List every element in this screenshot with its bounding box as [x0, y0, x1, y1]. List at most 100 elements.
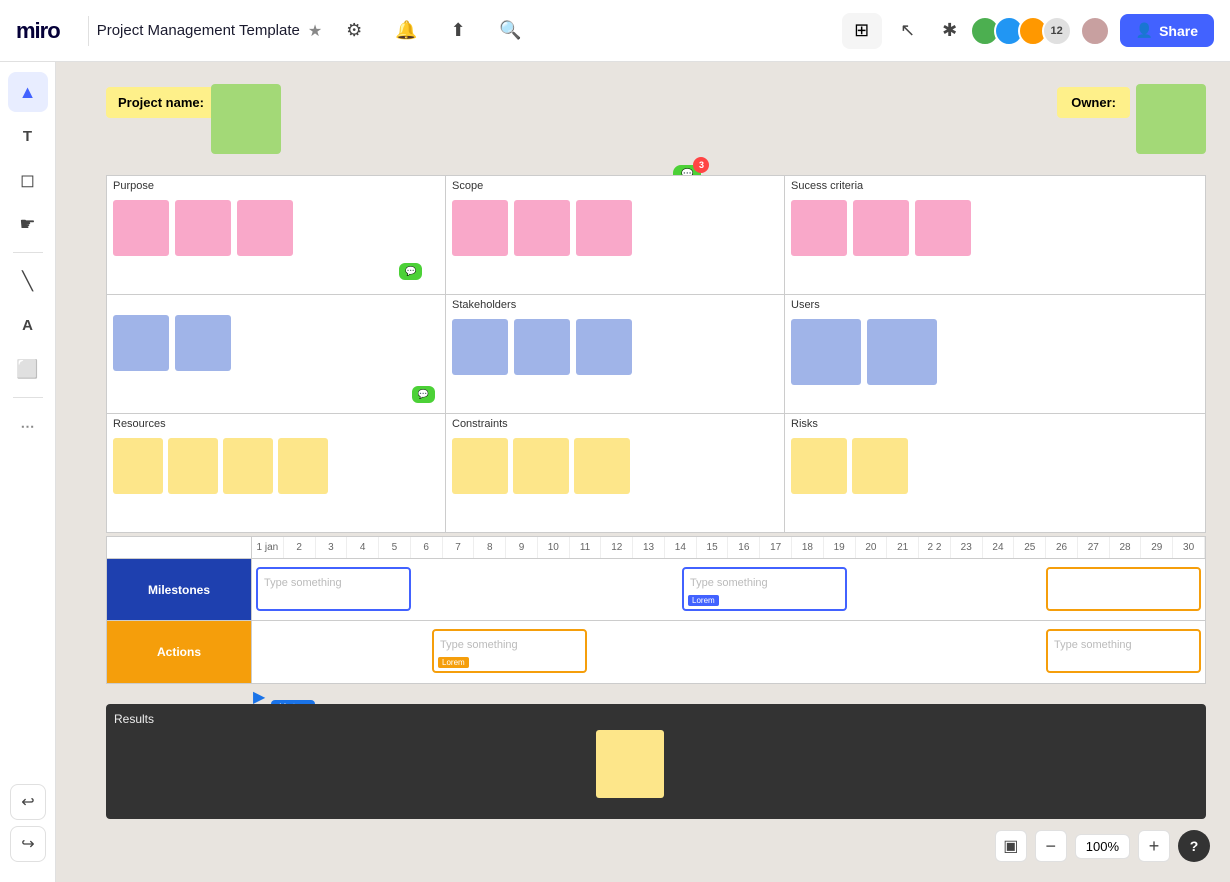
timeline-header: 1 jan 2 3 4 5 6 7 8 9 10 11 12 13 14 15 … — [107, 537, 1205, 559]
hand-tool[interactable]: ☛ — [8, 204, 48, 244]
sticky-yellow-8 — [791, 438, 847, 494]
date-8: 8 — [474, 537, 506, 558]
undo-button[interactable]: ↩ — [10, 784, 46, 820]
purpose-label: Purpose — [107, 176, 445, 196]
milestones-cells: Type something Type something Lorem — [252, 559, 1205, 620]
search-icon[interactable]: 🔍 — [494, 15, 526, 47]
actions-label-cell: Actions — [107, 621, 252, 683]
project-label: Project name: — [106, 87, 216, 118]
row2-left: 💬 — [106, 294, 446, 414]
date-5: 5 — [379, 537, 411, 558]
sticky-tool[interactable]: ◻ — [8, 160, 48, 200]
lightbulb-icon: 💡 — [1225, 285, 1230, 332]
date-1: 1 jan — [252, 537, 284, 558]
constraints-section: Constraints — [445, 413, 785, 533]
lorem-badge-2: Lorem — [438, 657, 469, 668]
help-button[interactable]: ? — [1178, 830, 1210, 862]
frame-tool[interactable]: ⬜ — [8, 349, 48, 389]
results-section: Results — [106, 704, 1206, 819]
milestones-label-cell: Milestones — [107, 559, 252, 620]
canvas-inner: Project name: Owner: 💬 3 ▶ Sonya ▶ Katya… — [56, 62, 1230, 882]
results-sticky — [596, 730, 664, 798]
canvas: Project name: Owner: 💬 3 ▶ Sonya ▶ Katya… — [56, 62, 1230, 882]
date-17: 17 — [760, 537, 792, 558]
sticky-yellow-5 — [452, 438, 508, 494]
msg-bubble-1[interactable]: 💬 — [399, 263, 422, 280]
sticky-pink-4 — [452, 200, 508, 256]
scope-stickies — [446, 196, 784, 260]
chat-badge: 3 — [693, 157, 709, 173]
msg-bubble-2[interactable]: 💬 — [412, 386, 435, 403]
sticky-yellow-3 — [223, 438, 273, 494]
risks-stickies — [785, 434, 1205, 498]
cursor-icon[interactable]: ✱ — [934, 15, 966, 47]
sticky-yellow-7 — [574, 438, 630, 494]
timeline-dates-row: 1 jan 2 3 4 5 6 7 8 9 10 11 12 13 14 15 … — [252, 537, 1205, 558]
resources-section: Resources — [106, 413, 446, 533]
zoom-out-button[interactable]: − — [1035, 830, 1067, 862]
date-21: 21 — [887, 537, 919, 558]
sticky-pink-1 — [113, 200, 169, 256]
date-16: 16 — [728, 537, 760, 558]
purpose-stickies — [107, 196, 445, 260]
sticky-yellow-2 — [168, 438, 218, 494]
share-button[interactable]: 👤 Share — [1120, 14, 1214, 47]
milestone-input-3[interactable] — [1046, 567, 1201, 611]
star-icon[interactable]: ★ — [308, 21, 322, 41]
zoom-in-button[interactable]: + — [1138, 830, 1170, 862]
settings-icon[interactable]: ⚙ — [338, 15, 370, 47]
resources-stickies — [107, 434, 445, 498]
date-18: 18 — [792, 537, 824, 558]
action-input-1[interactable]: Type something Lorem — [432, 629, 587, 673]
users-label: Users — [785, 295, 1205, 315]
sticky-blue-7 — [867, 319, 937, 385]
redo-button[interactable]: ↪ — [10, 826, 46, 862]
date-28: 28 — [1110, 537, 1142, 558]
purpose-section: Purpose — [106, 175, 446, 295]
date-15: 15 — [697, 537, 729, 558]
upload-icon[interactable]: ⬆ — [442, 15, 474, 47]
success-stickies — [785, 196, 1205, 260]
date-25: 25 — [1014, 537, 1046, 558]
apps-button[interactable]: ⊞ — [842, 13, 882, 49]
select-tool[interactable]: ▲ — [8, 72, 48, 112]
avatar-count: 12 — [1042, 16, 1072, 46]
more-tools[interactable]: ⋯ — [8, 406, 48, 446]
risks-section: Risks — [784, 413, 1206, 533]
sticky-yellow-4 — [278, 438, 328, 494]
success-label: Sucess criteria — [785, 176, 1205, 196]
date-3: 3 — [316, 537, 348, 558]
milestone-input-2[interactable]: Type something Lorem — [682, 567, 847, 611]
line-tool[interactable]: ╲ — [8, 261, 48, 301]
date-11: 11 — [570, 537, 602, 558]
sticky-yellow-6 — [513, 438, 569, 494]
pen-tool[interactable]: A — [8, 305, 48, 345]
bottom-left: ↩ ↪ — [10, 784, 46, 862]
date-12: 12 — [601, 537, 633, 558]
milestone-input-1-text: Type something — [264, 577, 342, 589]
stakeholders-stickies — [446, 315, 784, 379]
sticky-blue-1 — [113, 315, 169, 371]
topbar-right: ⊞ ↖ ✱ 12 👤 Share — [842, 13, 1214, 49]
action-input-2[interactable]: Type something — [1046, 629, 1201, 673]
notifications-icon[interactable]: 🔔 — [390, 15, 422, 47]
sticky-pink-9 — [915, 200, 971, 256]
panels-button[interactable]: ▣ — [995, 830, 1027, 862]
sticky-pink-6 — [576, 200, 632, 256]
date-2: 2 — [284, 537, 316, 558]
stakeholders-section: Stakeholders — [445, 294, 785, 414]
action-input-1-text: Type something — [440, 639, 518, 651]
owner-sticky — [1136, 84, 1206, 154]
users-section: Users 💡 — [784, 294, 1206, 414]
date-29: 29 — [1141, 537, 1173, 558]
resources-label: Resources — [107, 414, 445, 434]
sticky-blue-5 — [576, 319, 632, 375]
text-tool[interactable]: T — [8, 116, 48, 156]
arrow-pointer-icon[interactable]: ↖ — [892, 15, 924, 47]
milestone-input-1[interactable]: Type something — [256, 567, 411, 611]
date-23: 23 — [951, 537, 983, 558]
date-7: 7 — [443, 537, 475, 558]
avatar-solo — [1080, 16, 1110, 46]
left-toolbar: ▲ T ◻ ☛ ╲ A ⬜ ⋯ — [0, 62, 56, 882]
actions-cells: Type something Lorem Type something — [252, 621, 1205, 683]
